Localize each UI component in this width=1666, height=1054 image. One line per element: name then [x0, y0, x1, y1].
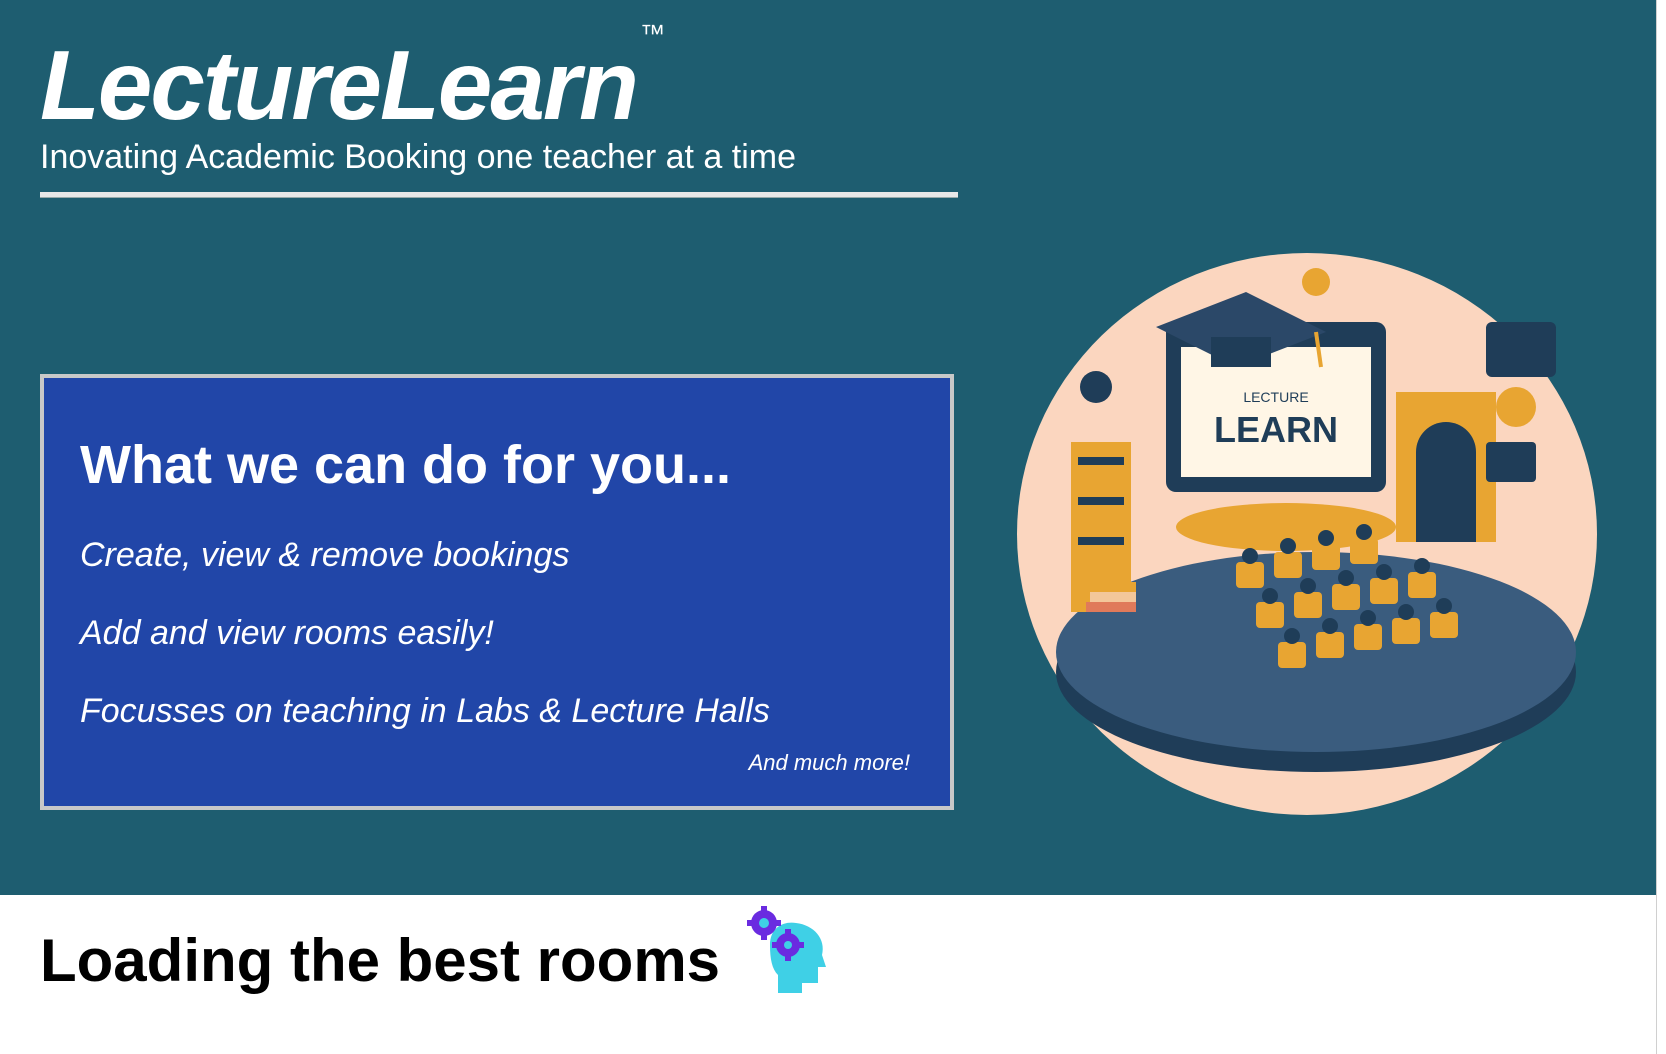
brand-tagline: Inovating Academic Booking one teacher a… [40, 138, 797, 176]
features-more-text: And much more! [748, 750, 910, 775]
brain-gears-icon [747, 906, 827, 993]
feature-item-rooms: Add and view rooms easily! [80, 614, 494, 652]
page-scrollbar[interactable] [1656, 0, 1666, 1054]
features-card: What we can do for you... Create, view &… [40, 374, 954, 810]
feature-item-bookings: Create, view & remove bookings [80, 536, 570, 574]
loading-text: Loading the best rooms [40, 926, 721, 994]
lecture-hall-illustration: LECTURE LEARN [1017, 253, 1597, 815]
screen-small-text: LECTURE [1243, 389, 1308, 405]
hero-section: LectureLearn ™ Inovating Academic Bookin… [0, 0, 1656, 895]
brand-logo: LectureLearn [40, 30, 639, 140]
hero-divider [40, 192, 958, 198]
loading-section: Loading the best rooms [40, 906, 832, 1010]
features-title: What we can do for you... [80, 435, 732, 495]
feature-item-teaching: Focusses on teaching in Labs & Lecture H… [80, 692, 770, 730]
trademark-symbol: ™ [640, 20, 665, 48]
screen-large-text: LEARN [1214, 409, 1338, 450]
